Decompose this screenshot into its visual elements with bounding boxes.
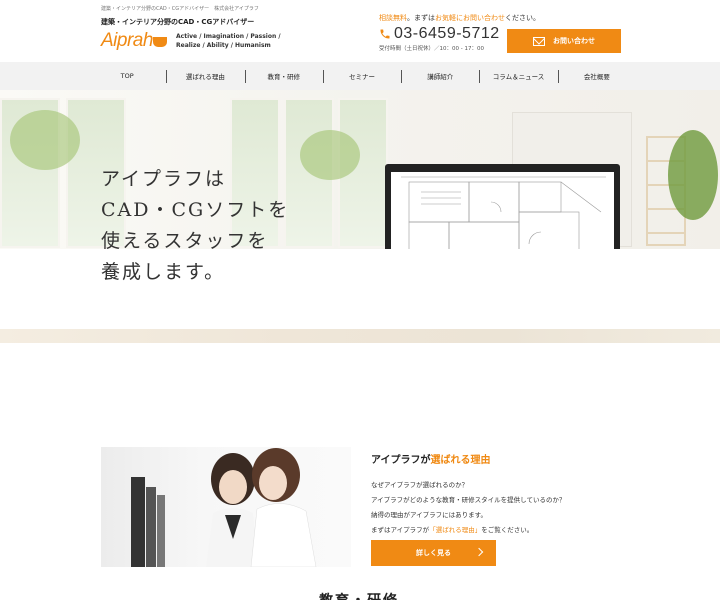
reason-detail-label: 詳しく見る xyxy=(416,549,451,557)
hero-plant xyxy=(668,130,718,220)
chevron-right-icon xyxy=(474,547,484,557)
hero-floor-strip xyxy=(0,329,720,343)
hero-foliage xyxy=(10,110,80,170)
hero-line-2: CAD・CGソフトを xyxy=(101,199,290,221)
phone-row[interactable]: 03-6459-5712 xyxy=(379,25,500,43)
reason-photo xyxy=(101,447,351,567)
training-section-title: 教育・研修 xyxy=(319,590,399,600)
hero-headline: アイプラフは CAD・CGソフトを 使えるスタッフを 養成します。 xyxy=(101,164,289,288)
nav-item-seminar[interactable]: セミナー xyxy=(322,62,401,90)
nav-item-company[interactable]: 会社概要 xyxy=(557,62,636,90)
motto-line-1: Active / Imagination / Passion / xyxy=(176,33,281,40)
reason-title: アイプラフが選ばれる理由 xyxy=(371,455,491,466)
reason-line-2: アイプラフがどのような教育・研修スタイルを提供しているのか？ xyxy=(371,496,566,504)
hero-line-4: 養成します。 xyxy=(101,261,226,283)
reason-line-4: まずはアイプラフが「選ばれる理由」をご覧ください。 xyxy=(371,526,534,534)
nav-item-training[interactable]: 教育・研修 xyxy=(244,62,323,90)
hero-line-3: 使えるスタッフを xyxy=(101,230,269,252)
nav-item-instructors[interactable]: 講師紹介 xyxy=(401,62,479,90)
motto: Active / Imagination / Passion / Realize… xyxy=(176,32,281,50)
hero-foliage xyxy=(300,130,360,180)
consult-text: 相談無料。まずはお気軽にお問い合わせください。 xyxy=(379,14,540,22)
logo-cup-icon xyxy=(153,37,167,47)
reason-detail-button[interactable]: 詳しく見る xyxy=(371,540,496,566)
catch-copy: 建築・インテリア分野のCAD・CGアドバイザー xyxy=(101,18,255,26)
hero-banner: アイプラフは CAD・CGソフトを 使えるスタッフを 養成します。 xyxy=(0,90,720,343)
reason-body: なぜアイプラフが選ばれるのか？ アイプラフがどのような教育・研修スタイルを提供し… xyxy=(371,478,565,538)
logo-text: Aiprah xyxy=(101,30,153,51)
phone-number: 03-6459-5712 xyxy=(394,25,500,42)
nav-item-column-news[interactable]: コラム＆ニュース xyxy=(479,62,557,90)
hero-line-1: アイプラフは xyxy=(101,168,227,190)
nav-item-reasons[interactable]: 選ばれる理由 xyxy=(166,62,244,90)
site-tagline: 建築・インテリア分野のCAD・CGアドバイザー 株式会社アイプラフ xyxy=(101,6,259,12)
reason-line-3: 納得の理由がアイプラフにはあります。 xyxy=(371,511,488,519)
phone-icon xyxy=(380,29,390,39)
business-hours: 受付時間（土日祝休）／10：00 - 17：00 xyxy=(379,46,484,52)
nav-item-top[interactable]: TOP xyxy=(88,62,166,90)
mail-icon xyxy=(533,36,545,46)
global-nav: TOP 選ばれる理由 教育・研修 セミナー 講師紹介 コラム＆ニュース 会社概要 xyxy=(0,62,720,90)
contact-button[interactable]: お問い合わせ xyxy=(507,29,621,53)
reason-line-1: なぜアイプラフが選ばれるのか？ xyxy=(371,481,469,489)
site-logo[interactable]: Aiprah xyxy=(101,30,171,54)
office-workers-image xyxy=(131,448,317,567)
motto-line-2: Realize / Ability / Humanism xyxy=(176,42,271,49)
contact-button-label: お問い合わせ xyxy=(553,37,595,45)
